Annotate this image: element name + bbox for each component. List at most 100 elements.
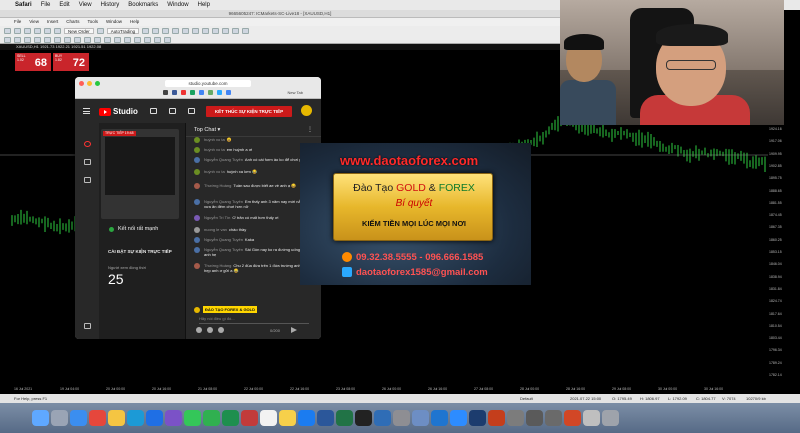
notes-icon[interactable] [279, 409, 296, 427]
trash-b-icon[interactable] [545, 409, 562, 427]
profiles-icon[interactable] [14, 27, 21, 34]
live-stream-icon[interactable] [84, 141, 91, 147]
facetime-icon[interactable] [203, 409, 220, 427]
buy-button[interactable]: BUY 1.82 72 [53, 53, 89, 71]
status-profile[interactable]: Default [520, 394, 533, 403]
emoji-icon[interactable] [196, 327, 202, 333]
ppt-icon[interactable] [564, 409, 581, 427]
fav-google-icon[interactable] [199, 90, 204, 95]
safari-icon[interactable] [70, 409, 87, 427]
finder-icon[interactable] [32, 409, 49, 427]
menu-view[interactable]: View [79, 2, 92, 8]
zoom-in-icon[interactable] [172, 27, 180, 34]
camera-icon[interactable] [150, 108, 157, 114]
fav-apple-icon[interactable] [163, 90, 168, 95]
settings-icon[interactable] [218, 327, 224, 333]
skype-icon[interactable] [127, 409, 144, 427]
channel-icon[interactable] [54, 36, 61, 43]
calendar-icon[interactable] [260, 409, 277, 427]
fav-google2-icon[interactable] [226, 90, 231, 95]
zoom-icon[interactable] [450, 409, 467, 427]
trash-icon[interactable] [602, 409, 619, 427]
account-avatar[interactable] [301, 105, 312, 116]
mt4-menu-window[interactable]: Window [106, 18, 122, 26]
launchpad-icon[interactable] [51, 409, 68, 427]
menu-edit[interactable]: Edit [59, 2, 69, 8]
teamviewer-icon[interactable] [431, 409, 448, 427]
fav-facebook-icon[interactable] [172, 90, 177, 95]
mt4-menu-tools[interactable]: Tools [87, 18, 98, 26]
address-bar[interactable]: studio.youtube.com [165, 80, 251, 87]
h4-icon[interactable] [154, 36, 161, 43]
tester-icon[interactable] [54, 27, 61, 34]
chrome-icon[interactable] [89, 409, 106, 427]
word-icon[interactable] [317, 409, 334, 427]
market-watch-icon[interactable] [24, 27, 31, 34]
templates-icon[interactable] [242, 27, 250, 34]
cursor-icon[interactable] [4, 36, 11, 43]
zoom-window-icon[interactable] [95, 81, 100, 86]
fav-extra-icon[interactable] [208, 90, 213, 95]
h1-icon[interactable] [144, 36, 151, 43]
new-tab-label[interactable]: New Tab [288, 90, 304, 95]
meta-editor-icon[interactable] [96, 27, 104, 34]
excel-icon[interactable] [336, 409, 353, 427]
candle-chart-icon[interactable] [152, 27, 160, 34]
menu-bookmarks[interactable]: Bookmarks [128, 2, 158, 8]
appstore-icon[interactable] [298, 409, 315, 427]
m5-icon[interactable] [114, 36, 121, 43]
photo-booth-icon[interactable] [241, 409, 258, 427]
d1-icon[interactable] [164, 36, 171, 43]
mt4-menu-charts[interactable]: Charts [66, 18, 79, 26]
tile-icon[interactable] [192, 27, 200, 34]
edit-icon[interactable] [169, 108, 176, 114]
label-tool-icon[interactable] [84, 36, 91, 43]
send-icon[interactable] [291, 327, 297, 333]
chat-input[interactable]: Hãy nói điều gì đó... [199, 316, 309, 324]
sell-button[interactable]: SELL 1.02 68 [15, 53, 51, 71]
fav-youtube-icon[interactable] [181, 90, 186, 95]
photos-icon[interactable] [108, 409, 125, 427]
mt4-menu-help[interactable]: Help [130, 18, 139, 26]
calendar-icon[interactable] [84, 177, 91, 183]
new-chart-icon[interactable] [4, 27, 11, 34]
terminal-icon[interactable] [355, 409, 372, 427]
activity-icon[interactable] [507, 409, 524, 427]
menu-window[interactable]: Window [167, 2, 188, 8]
more-options-icon[interactable]: ⋮ [307, 126, 313, 133]
youtube-logo[interactable]: Studio [99, 107, 138, 116]
powerpoint-icon[interactable] [488, 409, 505, 427]
menu-file[interactable]: File [41, 2, 51, 8]
text-tool-icon[interactable] [74, 36, 81, 43]
menu-app-name[interactable]: Safari [15, 2, 32, 8]
new-order-button[interactable]: New Order [64, 27, 94, 34]
files-icon[interactable] [583, 409, 600, 427]
sheets-icon[interactable] [222, 409, 239, 427]
mt4-menu-view[interactable]: View [29, 18, 39, 26]
mt4-icon[interactable] [469, 409, 486, 427]
menu-help[interactable]: Help [198, 2, 210, 8]
navigator-icon[interactable] [34, 27, 41, 34]
bar-chart-icon[interactable] [142, 27, 150, 34]
viber-icon[interactable] [165, 409, 182, 427]
chat-header[interactable]: Top Chat ▾ ⋮ [186, 123, 321, 137]
webcam-icon[interactable] [84, 159, 91, 165]
autoscroll-icon[interactable] [202, 27, 210, 34]
messages-icon[interactable] [184, 409, 201, 427]
stream-preview[interactable]: TRỰC TIẾP 19:48 [101, 129, 179, 219]
share-icon[interactable] [188, 108, 195, 114]
zoom-out-icon[interactable] [182, 27, 190, 34]
preview-icon[interactable] [412, 409, 429, 427]
menu-history[interactable]: History [101, 2, 120, 8]
crosshair-icon[interactable] [14, 36, 21, 43]
quicktime-icon[interactable] [374, 409, 391, 427]
end-stream-button[interactable]: KẾT THÚC SỰ KIỆN TRỰC TIẾP [206, 106, 292, 117]
autotrading-button[interactable]: AutoTrading [106, 27, 140, 34]
zalo-icon[interactable] [146, 409, 163, 427]
trendline-icon[interactable] [44, 36, 51, 43]
line-chart-icon[interactable] [162, 27, 170, 34]
vline-icon[interactable] [24, 36, 31, 43]
m1-icon[interactable] [104, 36, 111, 43]
chart-shift-icon[interactable] [212, 27, 220, 34]
indicators-icon[interactable] [222, 27, 230, 34]
